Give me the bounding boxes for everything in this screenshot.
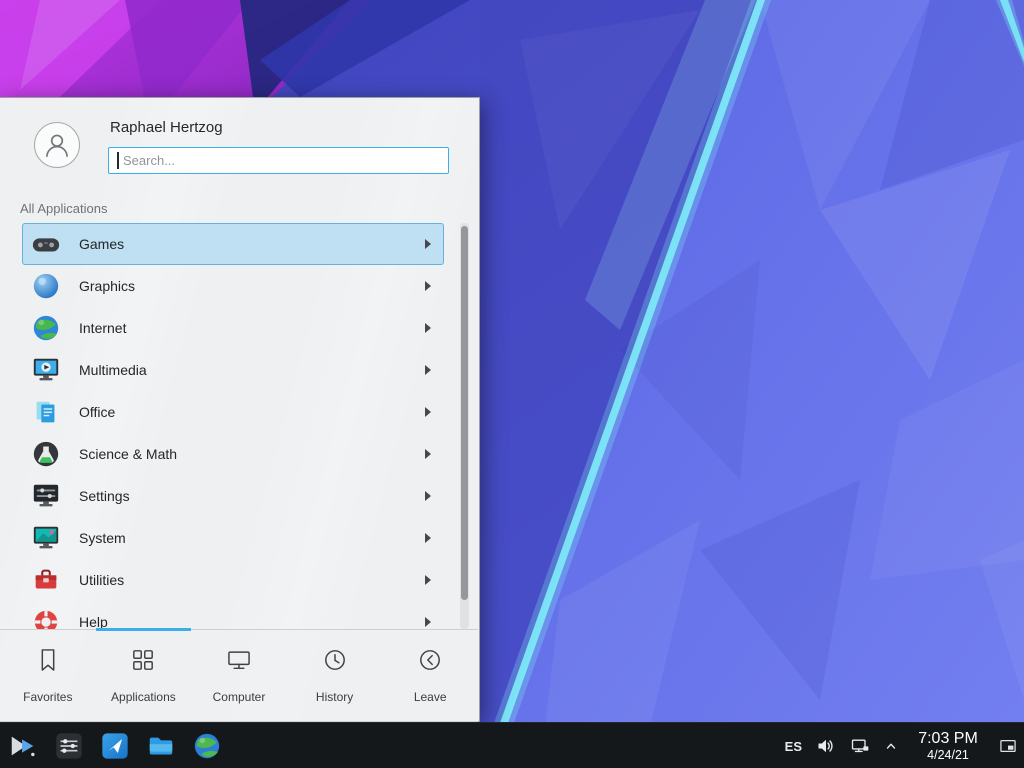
computer-icon: [225, 646, 253, 679]
tab-history[interactable]: History: [287, 630, 383, 722]
submenu-arrow-icon: [425, 491, 431, 501]
category-system[interactable]: System: [22, 517, 444, 559]
category-science-math[interactable]: Science & Math: [22, 433, 444, 475]
submenu-arrow-icon: [425, 323, 431, 333]
utilities-icon: [31, 565, 61, 595]
category-multimedia[interactable]: Multimedia: [22, 349, 444, 391]
leave-icon: [416, 646, 444, 679]
submenu-arrow-icon: [425, 617, 431, 627]
submenu-arrow-icon: [425, 239, 431, 249]
multimedia-icon: [31, 355, 61, 385]
tab-label: Computer: [213, 690, 266, 704]
tray-expander-chevron-icon[interactable]: [884, 736, 898, 756]
text-caret: [117, 152, 119, 169]
category-internet[interactable]: Internet: [22, 307, 444, 349]
submenu-arrow-icon: [425, 575, 431, 585]
graphics-icon: [31, 271, 61, 301]
category-settings[interactable]: Settings: [22, 475, 444, 517]
network-icon[interactable]: [850, 736, 870, 756]
category-office[interactable]: Office: [22, 391, 444, 433]
category-label: Internet: [79, 320, 126, 336]
tab-label: History: [316, 690, 353, 704]
category-label: System: [79, 530, 126, 546]
volume-icon[interactable]: [816, 736, 836, 756]
active-tab-indicator: [96, 628, 192, 631]
category-graphics[interactable]: Graphics: [22, 265, 444, 307]
file-manager-icon[interactable]: [146, 731, 176, 761]
taskbar-panel: ES 7:03 PM: [0, 722, 1024, 768]
submenu-arrow-icon: [425, 281, 431, 291]
category-label: Graphics: [79, 278, 135, 294]
office-icon: [31, 397, 61, 427]
digital-clock[interactable]: 7:03 PM 4/24/21: [912, 730, 984, 763]
user-name: Raphael Hertzog: [110, 119, 223, 136]
desktop: Raphael Hertzog All Applications Games G…: [0, 0, 1024, 768]
category-label: Utilities: [79, 572, 124, 588]
tab-leave[interactable]: Leave: [382, 630, 478, 722]
clock-time: 7:03 PM: [912, 730, 984, 748]
clock-date: 4/24/21: [912, 748, 984, 762]
help-icon: [31, 607, 61, 629]
scrollbar-handle[interactable]: [461, 226, 468, 600]
tab-favorites[interactable]: Favorites: [0, 630, 96, 722]
keyboard-layout-indicator[interactable]: ES: [785, 739, 802, 754]
tweaks-icon[interactable]: [54, 731, 84, 761]
category-label: Games: [79, 236, 124, 252]
app-launcher-icon[interactable]: [8, 731, 38, 761]
category-label: Office: [79, 404, 115, 420]
category-label: Multimedia: [79, 362, 147, 378]
category-utilities[interactable]: Utilities: [22, 559, 444, 601]
application-launcher-menu: Raphael Hertzog All Applications Games G…: [0, 97, 480, 722]
history-icon: [321, 646, 349, 679]
category-list: Games Graphics Internet: [0, 223, 480, 629]
search-input[interactable]: [108, 147, 449, 174]
applications-icon: [129, 646, 157, 679]
science-icon: [31, 439, 61, 469]
internet-icon: [31, 313, 61, 343]
software-center-icon[interactable]: [100, 731, 130, 761]
category-label: Settings: [79, 488, 130, 504]
tab-label: Leave: [414, 690, 447, 704]
launcher-footer-tabs: Favorites Applications Computer: [0, 629, 478, 722]
system-icon: [31, 523, 61, 553]
category-label: Science & Math: [79, 446, 177, 462]
user-avatar[interactable]: [34, 122, 80, 168]
settings-icon: [31, 481, 61, 511]
system-tray: ES 7:03 PM: [785, 723, 1024, 768]
tab-computer[interactable]: Computer: [191, 630, 287, 722]
favorites-icon: [34, 646, 62, 679]
category-games[interactable]: Games: [22, 223, 444, 265]
category-label: Help: [79, 614, 108, 629]
submenu-arrow-icon: [425, 365, 431, 375]
section-label: All Applications: [20, 201, 107, 216]
tab-applications[interactable]: Applications: [96, 630, 192, 722]
show-desktop-icon[interactable]: [998, 736, 1018, 756]
submenu-arrow-icon: [425, 449, 431, 459]
taskbar-left: [0, 731, 222, 761]
submenu-arrow-icon: [425, 407, 431, 417]
web-browser-icon[interactable]: [192, 731, 222, 761]
submenu-arrow-icon: [425, 533, 431, 543]
tab-label: Favorites: [23, 690, 72, 704]
tab-label: Applications: [111, 690, 176, 704]
games-icon: [31, 229, 61, 259]
category-help[interactable]: Help: [22, 601, 444, 629]
